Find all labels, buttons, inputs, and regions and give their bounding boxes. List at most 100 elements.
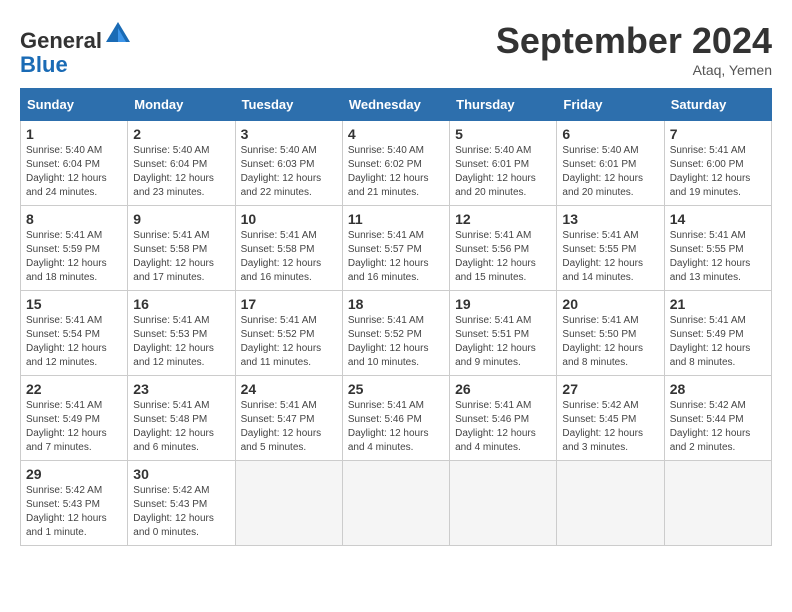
day-detail: Sunrise: 5:40 AM Sunset: 6:02 PM Dayligh… [348, 144, 444, 200]
day-number: 8 [26, 211, 122, 227]
day-detail: Sunrise: 5:41 AM Sunset: 5:49 PM Dayligh… [26, 399, 122, 455]
empty-cell [342, 461, 449, 546]
table-row: 19 Sunrise: 5:41 AM Sunset: 5:51 PM Dayl… [450, 291, 557, 376]
day-number: 27 [562, 381, 658, 397]
day-number: 20 [562, 296, 658, 312]
day-detail: Sunrise: 5:40 AM Sunset: 6:04 PM Dayligh… [26, 144, 122, 200]
day-detail: Sunrise: 5:41 AM Sunset: 5:52 PM Dayligh… [348, 314, 444, 370]
day-number: 23 [133, 381, 229, 397]
day-number: 5 [455, 126, 551, 142]
logo: General Blue [20, 20, 132, 77]
day-number: 10 [241, 211, 337, 227]
calendar-row: 29 Sunrise: 5:42 AM Sunset: 5:43 PM Dayl… [21, 461, 772, 546]
month-title: September 2024 [496, 20, 772, 62]
logo-blue-text: Blue [20, 52, 68, 77]
table-row: 22 Sunrise: 5:41 AM Sunset: 5:49 PM Dayl… [21, 376, 128, 461]
day-detail: Sunrise: 5:41 AM Sunset: 5:49 PM Dayligh… [670, 314, 766, 370]
table-row: 15 Sunrise: 5:41 AM Sunset: 5:54 PM Dayl… [21, 291, 128, 376]
day-number: 13 [562, 211, 658, 227]
day-detail: Sunrise: 5:41 AM Sunset: 5:51 PM Dayligh… [455, 314, 551, 370]
day-number: 29 [26, 466, 122, 482]
table-row: 28 Sunrise: 5:42 AM Sunset: 5:44 PM Dayl… [664, 376, 771, 461]
calendar-row: 15 Sunrise: 5:41 AM Sunset: 5:54 PM Dayl… [21, 291, 772, 376]
table-row: 5 Sunrise: 5:40 AM Sunset: 6:01 PM Dayli… [450, 121, 557, 206]
table-row: 13 Sunrise: 5:41 AM Sunset: 5:55 PM Dayl… [557, 206, 664, 291]
col-thursday: Thursday [450, 89, 557, 121]
day-detail: Sunrise: 5:41 AM Sunset: 5:53 PM Dayligh… [133, 314, 229, 370]
table-row: 26 Sunrise: 5:41 AM Sunset: 5:46 PM Dayl… [450, 376, 557, 461]
day-detail: Sunrise: 5:40 AM Sunset: 6:03 PM Dayligh… [241, 144, 337, 200]
day-number: 11 [348, 211, 444, 227]
day-detail: Sunrise: 5:41 AM Sunset: 5:59 PM Dayligh… [26, 229, 122, 285]
table-row: 29 Sunrise: 5:42 AM Sunset: 5:43 PM Dayl… [21, 461, 128, 546]
table-row: 11 Sunrise: 5:41 AM Sunset: 5:57 PM Dayl… [342, 206, 449, 291]
day-detail: Sunrise: 5:41 AM Sunset: 5:58 PM Dayligh… [241, 229, 337, 285]
location: Ataq, Yemen [496, 62, 772, 78]
day-number: 3 [241, 126, 337, 142]
day-number: 4 [348, 126, 444, 142]
table-row: 8 Sunrise: 5:41 AM Sunset: 5:59 PM Dayli… [21, 206, 128, 291]
col-wednesday: Wednesday [342, 89, 449, 121]
col-monday: Monday [128, 89, 235, 121]
day-detail: Sunrise: 5:40 AM Sunset: 6:01 PM Dayligh… [455, 144, 551, 200]
day-number: 26 [455, 381, 551, 397]
table-row: 27 Sunrise: 5:42 AM Sunset: 5:45 PM Dayl… [557, 376, 664, 461]
col-sunday: Sunday [21, 89, 128, 121]
day-number: 17 [241, 296, 337, 312]
day-detail: Sunrise: 5:42 AM Sunset: 5:44 PM Dayligh… [670, 399, 766, 455]
empty-cell [664, 461, 771, 546]
day-number: 18 [348, 296, 444, 312]
day-detail: Sunrise: 5:40 AM Sunset: 6:04 PM Dayligh… [133, 144, 229, 200]
day-detail: Sunrise: 5:41 AM Sunset: 5:56 PM Dayligh… [455, 229, 551, 285]
day-number: 15 [26, 296, 122, 312]
day-number: 28 [670, 381, 766, 397]
day-number: 24 [241, 381, 337, 397]
table-row: 14 Sunrise: 5:41 AM Sunset: 5:55 PM Dayl… [664, 206, 771, 291]
day-number: 16 [133, 296, 229, 312]
day-number: 9 [133, 211, 229, 227]
table-row: 23 Sunrise: 5:41 AM Sunset: 5:48 PM Dayl… [128, 376, 235, 461]
calendar-header-row: Sunday Monday Tuesday Wednesday Thursday… [21, 89, 772, 121]
day-number: 1 [26, 126, 122, 142]
day-number: 6 [562, 126, 658, 142]
calendar-row: 22 Sunrise: 5:41 AM Sunset: 5:49 PM Dayl… [21, 376, 772, 461]
calendar: Sunday Monday Tuesday Wednesday Thursday… [20, 88, 772, 546]
day-detail: Sunrise: 5:41 AM Sunset: 5:50 PM Dayligh… [562, 314, 658, 370]
day-detail: Sunrise: 5:42 AM Sunset: 5:43 PM Dayligh… [133, 484, 229, 540]
table-row: 30 Sunrise: 5:42 AM Sunset: 5:43 PM Dayl… [128, 461, 235, 546]
day-detail: Sunrise: 5:42 AM Sunset: 5:43 PM Dayligh… [26, 484, 122, 540]
table-row: 16 Sunrise: 5:41 AM Sunset: 5:53 PM Dayl… [128, 291, 235, 376]
day-detail: Sunrise: 5:41 AM Sunset: 5:54 PM Dayligh… [26, 314, 122, 370]
header: General Blue September 2024 Ataq, Yemen [20, 20, 772, 78]
day-detail: Sunrise: 5:41 AM Sunset: 5:55 PM Dayligh… [670, 229, 766, 285]
logo-icon [104, 20, 132, 48]
calendar-row: 1 Sunrise: 5:40 AM Sunset: 6:04 PM Dayli… [21, 121, 772, 206]
table-row: 2 Sunrise: 5:40 AM Sunset: 6:04 PM Dayli… [128, 121, 235, 206]
table-row: 24 Sunrise: 5:41 AM Sunset: 5:47 PM Dayl… [235, 376, 342, 461]
day-number: 21 [670, 296, 766, 312]
day-detail: Sunrise: 5:41 AM Sunset: 5:55 PM Dayligh… [562, 229, 658, 285]
empty-cell [235, 461, 342, 546]
table-row: 21 Sunrise: 5:41 AM Sunset: 5:49 PM Dayl… [664, 291, 771, 376]
day-detail: Sunrise: 5:41 AM Sunset: 5:58 PM Dayligh… [133, 229, 229, 285]
day-detail: Sunrise: 5:40 AM Sunset: 6:01 PM Dayligh… [562, 144, 658, 200]
table-row: 4 Sunrise: 5:40 AM Sunset: 6:02 PM Dayli… [342, 121, 449, 206]
day-number: 2 [133, 126, 229, 142]
table-row: 20 Sunrise: 5:41 AM Sunset: 5:50 PM Dayl… [557, 291, 664, 376]
table-row: 17 Sunrise: 5:41 AM Sunset: 5:52 PM Dayl… [235, 291, 342, 376]
day-detail: Sunrise: 5:42 AM Sunset: 5:45 PM Dayligh… [562, 399, 658, 455]
day-number: 25 [348, 381, 444, 397]
day-number: 22 [26, 381, 122, 397]
table-row: 6 Sunrise: 5:40 AM Sunset: 6:01 PM Dayli… [557, 121, 664, 206]
day-detail: Sunrise: 5:41 AM Sunset: 5:48 PM Dayligh… [133, 399, 229, 455]
day-number: 12 [455, 211, 551, 227]
table-row: 7 Sunrise: 5:41 AM Sunset: 6:00 PM Dayli… [664, 121, 771, 206]
table-row: 3 Sunrise: 5:40 AM Sunset: 6:03 PM Dayli… [235, 121, 342, 206]
day-detail: Sunrise: 5:41 AM Sunset: 5:57 PM Dayligh… [348, 229, 444, 285]
table-row: 18 Sunrise: 5:41 AM Sunset: 5:52 PM Dayl… [342, 291, 449, 376]
empty-cell [450, 461, 557, 546]
calendar-row: 8 Sunrise: 5:41 AM Sunset: 5:59 PM Dayli… [21, 206, 772, 291]
table-row: 25 Sunrise: 5:41 AM Sunset: 5:46 PM Dayl… [342, 376, 449, 461]
day-detail: Sunrise: 5:41 AM Sunset: 5:46 PM Dayligh… [455, 399, 551, 455]
logo-general-text: General [20, 28, 102, 53]
